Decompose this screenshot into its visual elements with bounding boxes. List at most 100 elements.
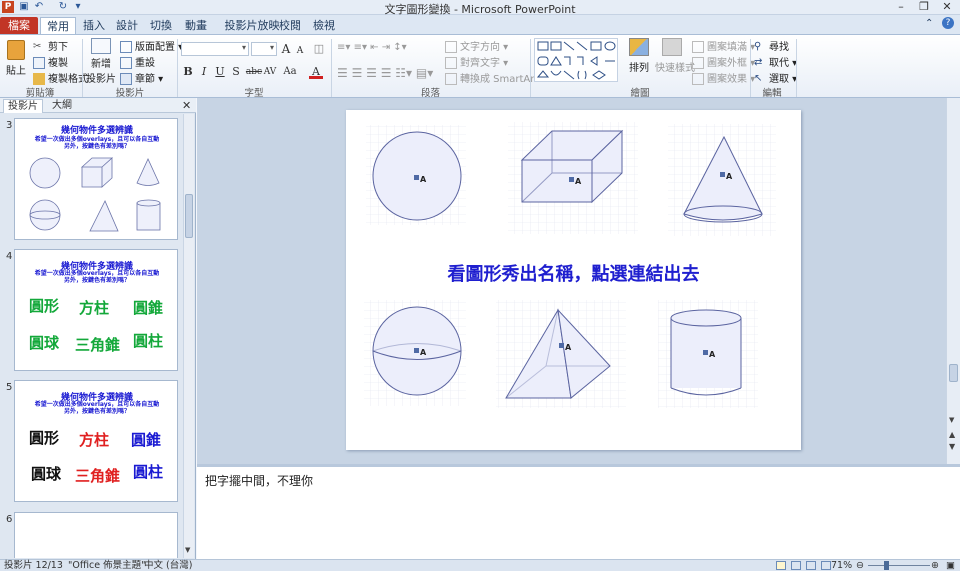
group-label-drawing: 繪圖: [630, 88, 650, 99]
format-painter-button[interactable]: 複製格式: [33, 70, 88, 85]
font-color-button[interactable]: A: [309, 65, 323, 79]
tab-transitions[interactable]: 切換: [147, 17, 175, 34]
slide-thumbnail-5[interactable]: 幾何物件多選辨識 希望一次做出多個overlays，且可以各自互動 另外，按鍵色…: [14, 380, 178, 502]
layout-button[interactable]: 版面配置 ▾: [120, 38, 183, 53]
zoom-level[interactable]: 71%: [831, 560, 852, 571]
fill-icon: [692, 41, 704, 53]
underline-button[interactable]: U: [213, 65, 227, 79]
marker-label: A: [726, 172, 733, 181]
notes-text[interactable]: 把字擺中間，不理你: [205, 472, 313, 489]
reading-view-icon[interactable]: [806, 561, 816, 570]
section-button[interactable]: 章節 ▾: [120, 70, 163, 85]
normal-view-icon[interactable]: [776, 561, 786, 570]
previous-slide-icon[interactable]: ▲: [949, 430, 955, 439]
fit-to-window-icon[interactable]: ▣: [946, 560, 955, 571]
close-pane-icon[interactable]: ✕: [182, 99, 191, 112]
slide-thumbnail-6[interactable]: [14, 512, 178, 558]
copy-icon: [33, 57, 45, 69]
smartart-button[interactable]: 轉換成 SmartArt ▾: [445, 70, 547, 85]
thumbnail-scrollbar[interactable]: ▼: [183, 114, 194, 558]
copy-button[interactable]: 複製: [33, 54, 68, 69]
outline-icon: [692, 57, 704, 69]
bold-button[interactable]: B: [181, 65, 195, 79]
paste-button[interactable]: 貼上: [3, 38, 29, 82]
shrink-font-button[interactable]: A: [293, 44, 307, 58]
align-text-button[interactable]: 對齊文字 ▾: [445, 54, 508, 69]
notes-pane[interactable]: 把字擺中間，不理你: [197, 464, 960, 559]
zoom-in-icon[interactable]: ⊕: [931, 560, 939, 571]
tab-outline-pane[interactable]: 大綱: [48, 99, 76, 113]
slide-thumbnail-3[interactable]: 幾何物件多選辨識 希望一次做出多個overlays，且可以各自互動 另外，按鍵色…: [14, 118, 178, 240]
minimize-ribbon-icon[interactable]: ⌃: [925, 18, 933, 29]
new-slide-button[interactable]: 新增 投影片: [86, 38, 116, 85]
shadow-button[interactable]: S: [229, 65, 243, 79]
font-size-combo[interactable]: ▾: [251, 42, 277, 56]
quick-styles-button[interactable]: 快速樣式: [655, 38, 695, 74]
bullets-icon[interactable]: ≡▾ ≡▾ ⇤ ⇥ ↕▾: [337, 42, 407, 53]
change-case-button[interactable]: Aa: [282, 65, 298, 79]
tab-animations[interactable]: 動畫: [182, 17, 210, 34]
separator: [530, 39, 531, 97]
tab-slideshow[interactable]: 投影片放映: [219, 17, 285, 34]
arrange-button[interactable]: 排列: [626, 38, 652, 74]
scroll-down-icon[interactable]: ▼: [949, 416, 954, 424]
slide-thumbnail-4[interactable]: 幾何物件多選辨識 希望一次做出多個overlays，且可以各自互動 另外，按鍵色…: [14, 249, 178, 371]
find-button[interactable]: ⚲ 尋找: [754, 38, 789, 53]
status-bar: 投影片 12/13 "Office 佈景主題" 中文 (台灣) 71% ⊖ ⊕ …: [0, 559, 960, 571]
language-indicator[interactable]: 中文 (台灣): [144, 560, 192, 571]
tab-design[interactable]: 設計: [113, 17, 141, 34]
tab-review[interactable]: 校閱: [277, 17, 303, 34]
strikethrough-button[interactable]: abc: [245, 65, 263, 79]
tab-file[interactable]: 檔案: [0, 17, 38, 34]
close-icon[interactable]: ✕: [936, 0, 958, 14]
ribbon-tabs: 檔案 常用 插入 設計 切換 動畫 投影片放映 校閱 檢視 ⌃ ?: [0, 15, 960, 34]
clear-format-icon[interactable]: ◫: [312, 42, 326, 56]
tab-slides-pane[interactable]: 投影片: [3, 99, 43, 113]
ribbon: 貼上 ✂ 剪下 複製 複製格式 剪貼簿 新增 投影片 版面配置 ▾ 重設 章節 ▾…: [0, 34, 960, 99]
next-slide-icon[interactable]: ▼: [949, 442, 955, 451]
slide-sorter-icon[interactable]: [791, 561, 801, 570]
group-label-paragraph: 段落: [420, 88, 440, 99]
tab-home[interactable]: 常用: [40, 17, 76, 34]
char-spacing-button[interactable]: AV: [262, 65, 278, 79]
separator: [82, 39, 83, 97]
shape-effects-button[interactable]: 圖案效果 ▾: [692, 70, 755, 85]
shapes-gallery[interactable]: [534, 38, 618, 82]
scroll-down-icon[interactable]: ▼: [185, 546, 190, 554]
restore-icon[interactable]: ❐: [913, 0, 935, 14]
align-buttons[interactable]: ☰ ☰ ☰ ☰ ☷▾ ▤▾: [337, 66, 433, 80]
shape-fill-button[interactable]: 圖案填滿 ▾: [692, 38, 755, 53]
slide-title[interactable]: 看圖形秀出名稱，點選連結出去: [346, 260, 801, 286]
replace-button[interactable]: ⇄ 取代 ▾: [754, 54, 797, 69]
select-button[interactable]: ↖ 選取 ▾: [754, 70, 797, 85]
italic-button[interactable]: I: [197, 65, 211, 79]
current-slide[interactable]: A A A A A A 看圖形秀出名稱，點選連結出去: [346, 110, 801, 450]
theme-name[interactable]: "Office 佈景主題": [68, 560, 146, 571]
tab-insert[interactable]: 插入: [80, 17, 108, 34]
slide-editor: A A A A A A 看圖形秀出名稱，點選連結出去 ▼ ▲ ▼: [197, 98, 960, 464]
thumbnail-word: 方柱: [79, 431, 110, 449]
reset-button[interactable]: 重設: [120, 54, 155, 69]
font-name-combo[interactable]: ▾: [181, 42, 249, 56]
minimize-icon[interactable]: –: [890, 0, 912, 14]
grow-font-button[interactable]: A: [279, 42, 293, 56]
shapes-gallery-icons: [536, 41, 616, 80]
cut-button[interactable]: ✂ 剪下: [33, 38, 68, 53]
slide-number: 6: [6, 514, 13, 525]
slide-indicator: 投影片 12/13: [4, 560, 63, 571]
zoom-slider-thumb[interactable]: [884, 561, 889, 570]
tab-view[interactable]: 檢視: [311, 17, 337, 34]
scroll-thumb[interactable]: [949, 364, 958, 382]
separator: [331, 39, 332, 97]
thumbnail-word: 圓柱: [133, 332, 164, 350]
zoom-slider[interactable]: [868, 561, 930, 570]
slideshow-icon[interactable]: [821, 561, 831, 570]
zoom-out-icon[interactable]: ⊖: [856, 560, 864, 571]
separator: [177, 39, 178, 97]
shape-outline-button[interactable]: 圖案外框 ▾: [692, 54, 755, 69]
help-icon[interactable]: ?: [942, 17, 954, 29]
text-direction-button[interactable]: 文字方向 ▾: [445, 38, 508, 53]
title-bar: P ▣ ↶ ↻ ▾ 文字圖形變換 - Microsoft PowerPoint …: [0, 0, 960, 16]
scroll-thumb[interactable]: [185, 194, 193, 238]
editor-scrollbar[interactable]: ▼ ▲ ▼: [946, 98, 960, 464]
